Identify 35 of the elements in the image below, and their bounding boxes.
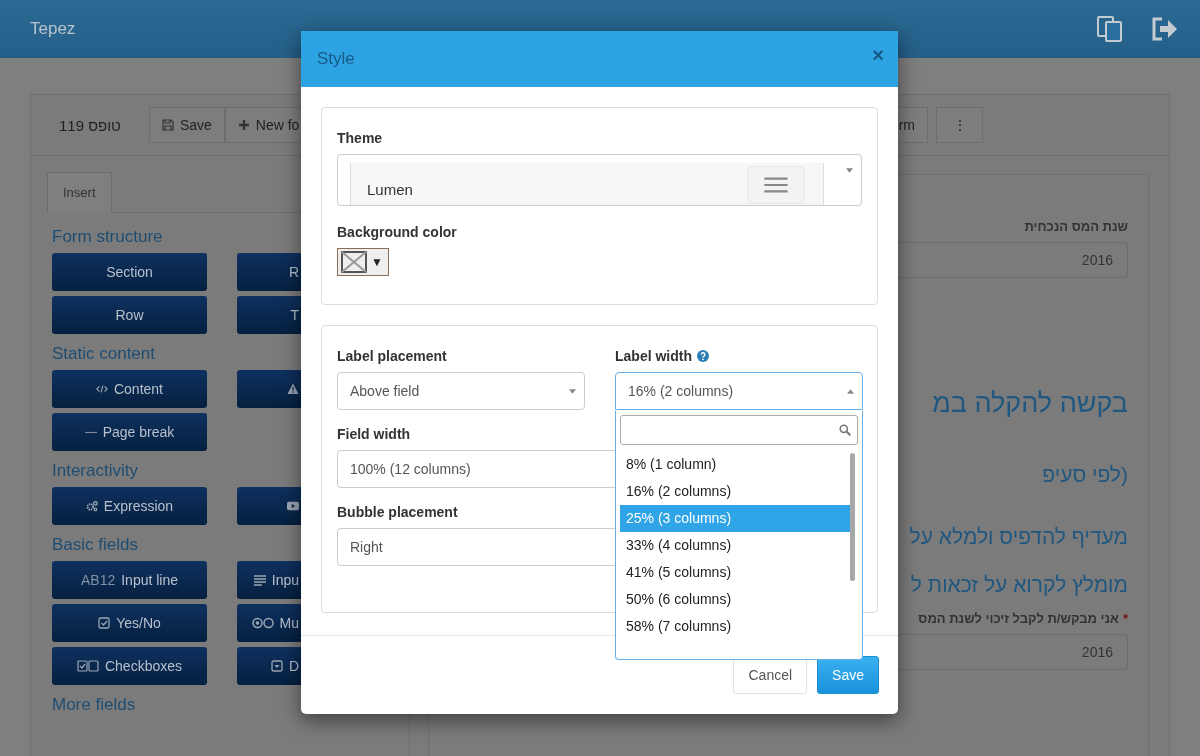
dialog-title: Style	[317, 49, 355, 69]
section-heading: Form structure	[52, 227, 163, 247]
button-label: Checkboxes	[104, 658, 182, 674]
form-text: מעדיף להדפיס ולמלא על	[909, 525, 1128, 549]
button-label: R	[288, 264, 299, 280]
field-label: Background color	[337, 224, 457, 240]
button-label: Yes/No	[116, 615, 161, 631]
button-label: Inpu	[271, 572, 299, 588]
section-heading: Interactivity	[52, 461, 138, 481]
button-label: Input line	[121, 572, 179, 588]
button-label: Row	[115, 307, 144, 323]
form-text: מומלץ לקרוא על זכאות ל	[910, 573, 1128, 597]
button-label: Page break	[102, 424, 175, 440]
theme-name: Lumen	[367, 181, 413, 198]
button-label: Expression	[103, 498, 174, 514]
button-label: Section	[106, 264, 153, 280]
button-label: T	[290, 307, 299, 323]
field-label: אני מבקש/ת לקבל זיכוי לשנת המס	[918, 611, 1119, 626]
button-label: D	[288, 658, 299, 674]
section-heading: More fields	[52, 695, 136, 715]
app-title: Tepez	[30, 19, 76, 39]
ab12-icon: AB12	[80, 572, 116, 588]
required-asterisk: *	[1122, 611, 1128, 626]
form-heading: בקשה להקלה במ	[932, 388, 1128, 419]
field-label: שנת המס הנכחית	[1024, 219, 1128, 234]
field-label: Field width	[337, 426, 411, 442]
field-label: Theme	[337, 130, 383, 146]
button-label: Mu	[279, 615, 299, 631]
field-label: Label placement	[337, 348, 447, 364]
section-heading: Static content	[52, 344, 155, 364]
field-label: Label width	[615, 348, 692, 364]
field-label: Bubble placement	[337, 504, 458, 520]
form-subheading: (לפי סעיפ	[1042, 463, 1128, 487]
section-heading: Basic fields	[52, 535, 138, 555]
button-label: Content	[113, 381, 163, 397]
